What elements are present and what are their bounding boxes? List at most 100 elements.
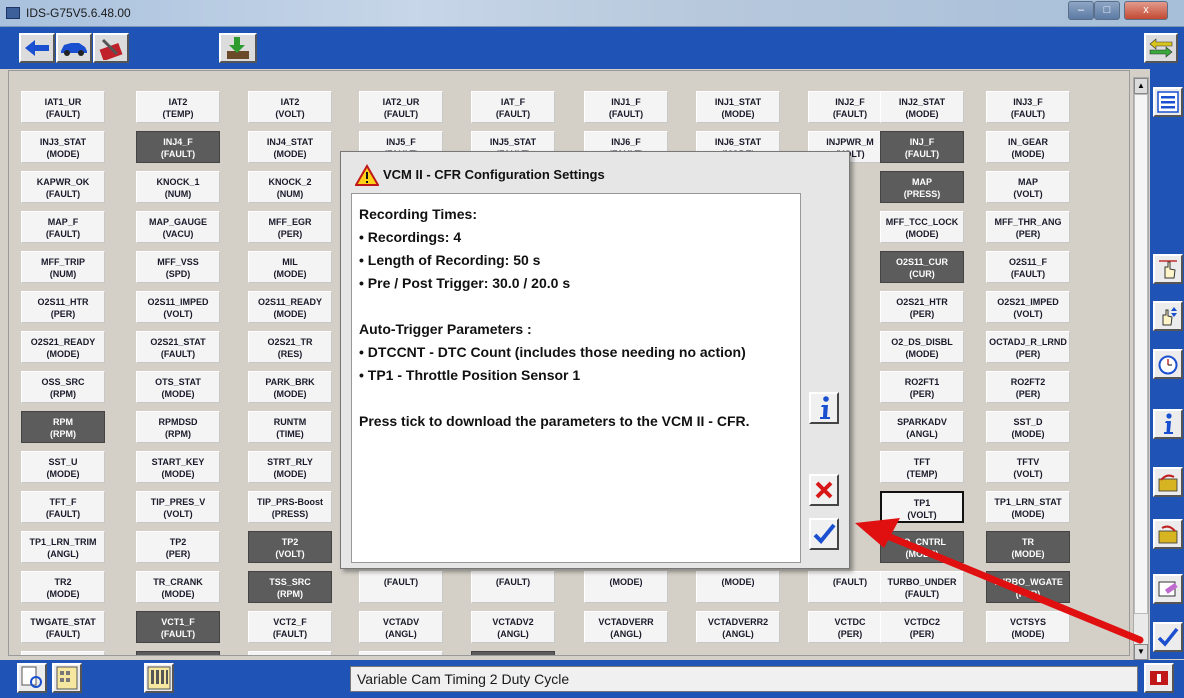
parameter-cell[interactable]: IAT2 (TEMP) [136, 91, 220, 123]
parameter-cell[interactable]: VCT_DSD(ANGL) [21, 651, 105, 655]
parameter-cell[interactable]: IN_GEAR (MODE) [986, 131, 1070, 163]
parameter-cell[interactable]: MAP_GAUGE (VACU) [136, 211, 220, 243]
parameter-cell[interactable]: TIP_PRES_V (VOLT) [136, 491, 220, 523]
parameter-cell[interactable]: MFF_EGR (PER) [248, 211, 332, 243]
parameter-cell[interactable]: MFF_TCC_LOCK (MODE) [880, 211, 964, 243]
parameter-cell[interactable]: RUNTM (TIME) [248, 411, 332, 443]
parameter-cell[interactable]: VCTADVERR2 (ANGL) [696, 611, 780, 643]
dialog-cancel-button[interactable] [809, 474, 839, 506]
parameter-cell[interactable]: IAT2 (VOLT) [248, 91, 332, 123]
parameter-cell[interactable]: MIL (MODE) [248, 251, 332, 283]
parameter-cell[interactable]: PARK_BRK (MODE) [248, 371, 332, 403]
parameter-cell[interactable]: TR (MODE) [986, 531, 1070, 563]
maximize-button[interactable]: □ [1094, 1, 1120, 20]
parameter-cell[interactable]: SST_U (MODE) [21, 451, 105, 483]
parameter-cell[interactable]: VCT2_F (FAULT) [248, 611, 332, 643]
parameter-cell[interactable]: (FAULT) [359, 571, 443, 603]
parameter-cell[interactable]: INJ3_F (FAULT) [986, 91, 1070, 123]
erase-button[interactable] [1153, 574, 1183, 604]
parameter-cell[interactable]: IAT2_UR (FAULT) [359, 91, 443, 123]
parameter-cell[interactable]: O2S11_HTR (PER) [21, 291, 105, 323]
parameter-cell[interactable]: SPARKADV (ANGL) [880, 411, 964, 443]
parameter-cell[interactable]: KNOCK_1 (NUM) [136, 171, 220, 203]
parameter-cell[interactable]: TR2 (MODE) [21, 571, 105, 603]
parameter-cell[interactable]: VCTADVERR (ANGL) [584, 611, 668, 643]
dialog-confirm-button[interactable] [809, 518, 839, 550]
parameter-cell[interactable]: TFT_F (FAULT) [21, 491, 105, 523]
parameter-cell[interactable]: O2S21_STAT (FAULT) [136, 331, 220, 363]
parameter-cell[interactable]: O2S11_F (FAULT) [986, 251, 1070, 283]
parameter-cell[interactable]: O2S11_CUR (CUR) [880, 251, 964, 283]
parameter-cell[interactable]: O2S21_READY (MODE) [21, 331, 105, 363]
parameter-cell[interactable]: INJ3_STAT (MODE) [21, 131, 105, 163]
parameter-cell[interactable]: VREF(VOLT) [248, 651, 332, 655]
parameter-cell[interactable]: (MODE) [696, 571, 780, 603]
parameter-cell[interactable]: VPWR(VOLT) [136, 651, 220, 655]
parameter-cell[interactable]: TFTV (VOLT) [986, 451, 1070, 483]
parameter-cell[interactable]: TR_CRANK (MODE) [136, 571, 220, 603]
parameter-cell[interactable]: MAP (PRESS) [880, 171, 964, 203]
parameter-cell[interactable]: TIP_PRS-Boost (PRESS) [248, 491, 332, 523]
parameter-cell[interactable]: O2S21_TR (RES) [248, 331, 332, 363]
parameter-cell[interactable]: TP1 (VOLT) [880, 491, 964, 523]
parameter-cell[interactable]: O2S21_HTR (PER) [880, 291, 964, 323]
scrollbar-thumb[interactable] [1134, 94, 1148, 614]
parameter-cell[interactable]: O2S11_READY (MODE) [248, 291, 332, 323]
parameter-cell[interactable]: IAT_F (FAULT) [471, 91, 555, 123]
parameter-cell[interactable]: VCTSYS (MODE) [986, 611, 1070, 643]
parameter-cell[interactable]: O2_DS_DISBL (MODE) [880, 331, 964, 363]
parameter-cell[interactable]: TP2 (VOLT) [248, 531, 332, 563]
back-button[interactable] [19, 33, 55, 63]
grid-scrollbar[interactable]: ▲ ▼ [1133, 77, 1149, 661]
parameter-cell[interactable]: INJ1_F (FAULT) [584, 91, 668, 123]
parameter-cell[interactable]: START_KEY (MODE) [136, 451, 220, 483]
parameter-cell[interactable]: MAP_F (FAULT) [21, 211, 105, 243]
parameter-cell[interactable]: TFT (TEMP) [880, 451, 964, 483]
parameter-cell[interactable]: STRT_RLY (MODE) [248, 451, 332, 483]
parameter-cell[interactable]: TP1_LRN_TRIM (ANGL) [21, 531, 105, 563]
scroll-down-arrow-icon[interactable]: ▼ [1134, 644, 1148, 660]
parameter-cell[interactable]: OCTADJ_R_LRND (PER) [986, 331, 1070, 363]
parameter-cell[interactable]: KAPWR_OK (FAULT) [21, 171, 105, 203]
toolbox-button[interactable] [93, 33, 129, 63]
parameter-cell[interactable]: VSOUT_F(FAULT) [359, 651, 443, 655]
parameter-cell[interactable]: MAP (VOLT) [986, 171, 1070, 203]
exit-button[interactable] [1144, 663, 1174, 693]
parameter-cell[interactable]: (MODE) [584, 571, 668, 603]
parameter-cell[interactable]: IAT1_UR (FAULT) [21, 91, 105, 123]
parameter-cell[interactable]: TSS_SRC (RPM) [248, 571, 332, 603]
parameter-cell[interactable]: INJ4_F (FAULT) [136, 131, 220, 163]
sort-button[interactable] [1153, 301, 1183, 331]
parameter-cell[interactable]: RPMDSD (RPM) [136, 411, 220, 443]
parameter-cell[interactable]: TP1_LRN_STAT (MODE) [986, 491, 1070, 523]
info-button[interactable] [1153, 409, 1183, 439]
parameter-cell[interactable]: O2S21_IMPED (VOLT) [986, 291, 1070, 323]
abcd-button[interactable] [144, 663, 174, 693]
parameter-cell[interactable]: INJ4_STAT (MODE) [248, 131, 332, 163]
save-config-button[interactable] [1153, 519, 1183, 549]
switch-button[interactable] [1144, 33, 1178, 63]
list-view-button[interactable] [1153, 87, 1183, 117]
parameter-cell[interactable]: VCT1_F (FAULT) [136, 611, 220, 643]
confirm-button[interactable] [1153, 622, 1183, 652]
parameter-cell[interactable]: OTS_STAT (MODE) [136, 371, 220, 403]
minimize-button[interactable]: – [1068, 1, 1094, 20]
parameter-cell[interactable]: RPM (RPM) [21, 411, 105, 443]
parameter-cell[interactable]: TP2 (PER) [136, 531, 220, 563]
timer-button[interactable] [1153, 349, 1183, 379]
parameter-cell[interactable]: INJ_F (FAULT) [880, 131, 964, 163]
load-config-button[interactable] [1153, 467, 1183, 497]
dialog-info-button[interactable] [809, 392, 839, 424]
trigger-select-button[interactable] [1153, 254, 1183, 284]
parameter-cell[interactable]: VCTDC2 (PER) [880, 611, 964, 643]
parameter-cell[interactable]: TQ_CNTRL (MODE) [880, 531, 964, 563]
parameter-cell[interactable]: O2S11_IMPED (VOLT) [136, 291, 220, 323]
parameter-cell[interactable]: OSS_SRC (RPM) [21, 371, 105, 403]
parameter-cell[interactable]: SST_D (MODE) [986, 411, 1070, 443]
parameter-cell[interactable]: (FAULT) [471, 571, 555, 603]
keypad-button[interactable] [52, 663, 82, 693]
scroll-up-arrow-icon[interactable]: ▲ [1134, 78, 1148, 94]
parameter-cell[interactable]: VCTADV (ANGL) [359, 611, 443, 643]
download-button[interactable] [219, 33, 257, 63]
parameter-cell[interactable]: TWGATE_STAT (FAULT) [21, 611, 105, 643]
